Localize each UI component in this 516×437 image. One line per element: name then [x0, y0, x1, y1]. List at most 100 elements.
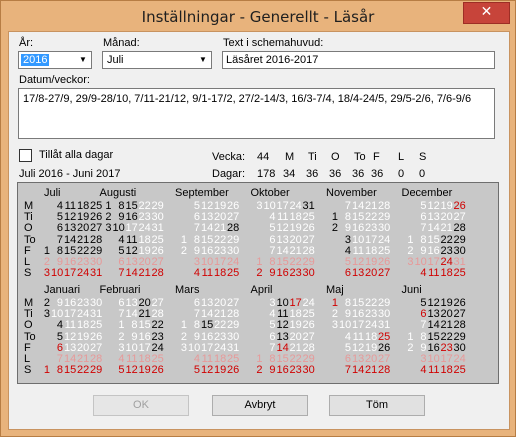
- calendar-day[interactable]: 2: [175, 331, 187, 343]
- calendar-day[interactable]: 15: [428, 331, 440, 343]
- calendar-day[interactable]: 24: [378, 234, 390, 246]
- calendar-day[interactable]: 8: [415, 331, 426, 343]
- calendar-day[interactable]: 23: [290, 365, 302, 376]
- calendar-day[interactable]: 23: [214, 331, 226, 343]
- calendar-day[interactable]: 11: [352, 331, 364, 343]
- calendar-day[interactable]: 7: [339, 365, 351, 376]
- calendar-day[interactable]: 25: [378, 331, 390, 343]
- allow-all-days-checkbox[interactable]: [19, 149, 32, 162]
- calendar-day[interactable]: 18: [365, 331, 377, 343]
- chevron-down-icon[interactable]: ▼: [195, 52, 211, 68]
- calendar-day[interactable]: 10: [339, 320, 351, 331]
- calendar-day[interactable]: 29: [454, 234, 466, 246]
- calendar-day[interactable]: 21: [214, 223, 226, 234]
- calendar-day[interactable]: 19: [290, 320, 302, 331]
- calendar-day[interactable]: 15: [64, 365, 76, 376]
- calendar-day[interactable]: 3: [175, 342, 187, 354]
- calendar-day[interactable]: 16: [201, 331, 213, 343]
- calendar-day[interactable]: 21: [77, 234, 89, 246]
- calendar-day[interactable]: 27: [303, 234, 315, 246]
- calendar-day[interactable]: 11: [64, 320, 76, 331]
- calendar-day[interactable]: 2: [175, 245, 187, 257]
- calendar-day[interactable]: 21: [365, 365, 377, 376]
- calendar-day[interactable]: 14: [428, 223, 440, 234]
- calendar-day[interactable]: 10: [113, 223, 125, 234]
- clear-button[interactable]: Töm: [329, 395, 425, 416]
- calendar-day[interactable]: 23: [365, 223, 377, 234]
- calendar-day[interactable]: 15: [139, 320, 151, 331]
- calendar-day[interactable]: 20: [77, 223, 89, 234]
- calendar-day[interactable]: 25: [454, 365, 466, 376]
- calendar-day[interactable]: 9: [264, 268, 275, 279]
- calendar-day[interactable]: 8: [188, 234, 200, 246]
- calendar-day[interactable]: 31: [152, 223, 164, 234]
- calendar-day[interactable]: 16: [139, 331, 151, 343]
- calendar-day[interactable]: 6: [264, 234, 275, 246]
- calendar-day[interactable]: 25: [454, 268, 466, 279]
- calendar-day[interactable]: 5: [188, 365, 200, 376]
- calendar-day[interactable]: 2: [251, 268, 262, 279]
- calendar-day[interactable]: 17: [352, 320, 364, 331]
- calendar-day[interactable]: 1: [175, 234, 187, 246]
- calendar-day[interactable]: 31: [378, 320, 390, 331]
- calendar-day[interactable]: 11: [428, 365, 439, 376]
- calendar-day[interactable]: 10: [51, 268, 63, 279]
- chevron-down-icon[interactable]: ▼: [75, 52, 91, 68]
- calendar-day[interactable]: 27: [378, 268, 390, 279]
- calendar-day[interactable]: 11: [428, 268, 439, 279]
- calendar-day[interactable]: 11: [126, 234, 137, 246]
- calendar-day[interactable]: 12: [201, 365, 213, 376]
- calendar-day[interactable]: 14: [126, 268, 138, 279]
- calendar-day[interactable]: 29: [227, 320, 239, 331]
- calendar-day[interactable]: 19: [290, 223, 302, 234]
- calendar-day[interactable]: 3: [251, 201, 262, 212]
- calendar-day[interactable]: 26: [303, 223, 315, 234]
- calendar-day[interactable]: 28: [454, 320, 466, 331]
- allow-all-days-label[interactable]: Tillåt alla dagar: [39, 149, 113, 161]
- dates-textarea[interactable]: 17/8-27/9, 29/9-28/10, 7/11-21/12, 9/1-1…: [18, 88, 495, 139]
- calendar-day[interactable]: 1: [175, 320, 187, 331]
- calendar-day[interactable]: 16: [277, 365, 289, 376]
- calendar-day[interactable]: 3: [326, 320, 338, 331]
- calendar-day[interactable]: 22: [441, 331, 453, 343]
- calendar-day[interactable]: 20: [365, 268, 377, 279]
- calendar-day[interactable]: 2: [251, 365, 262, 376]
- calendar-day[interactable]: 26: [227, 365, 239, 376]
- calendar-day[interactable]: 22: [441, 234, 453, 246]
- header-text-input[interactable]: Läsåret 2016-2017: [222, 51, 495, 69]
- calendar-day[interactable]: 5: [264, 320, 275, 331]
- calendar-day[interactable]: 11: [201, 268, 213, 279]
- calendar-day[interactable]: 22: [214, 320, 226, 331]
- calendar-day[interactable]: 4: [113, 234, 124, 246]
- month-select[interactable]: Juli ▼: [102, 51, 212, 69]
- calendar-day[interactable]: 20: [290, 331, 302, 343]
- calendar-day[interactable]: 1: [38, 365, 50, 376]
- calendar-day[interactable]: 19: [214, 365, 226, 376]
- calendar-day[interactable]: 9: [339, 223, 351, 234]
- calendar-day[interactable]: 7: [415, 320, 426, 331]
- calendar-day[interactable]: 4: [415, 268, 426, 279]
- calendar-day[interactable]: 8: [126, 320, 137, 331]
- calendar-day[interactable]: 26: [152, 365, 164, 376]
- calendar-day[interactable]: 22: [152, 320, 164, 331]
- calendar-day[interactable]: 21: [441, 223, 453, 234]
- calendar-day[interactable]: 13: [277, 331, 289, 343]
- calendar-day[interactable]: 7: [51, 234, 63, 246]
- calendar-day[interactable]: 2: [113, 331, 124, 343]
- calendar-day[interactable]: 29: [454, 331, 466, 343]
- calendar-day[interactable]: 17: [126, 223, 138, 234]
- calendar-day[interactable]: 26: [303, 320, 315, 331]
- cancel-button[interactable]: Avbryt: [212, 395, 308, 416]
- calendar-day[interactable]: 30: [378, 223, 390, 234]
- calendar-day[interactable]: 18: [441, 365, 453, 376]
- calendar-day[interactable]: 12: [126, 365, 138, 376]
- calendar-day[interactable]: 12: [64, 331, 76, 343]
- calendar-day[interactable]: 12: [277, 223, 289, 234]
- calendar-day[interactable]: 23: [152, 331, 164, 343]
- calendar-day[interactable]: 25: [227, 268, 239, 279]
- calendar-day[interactable]: 9: [188, 331, 200, 343]
- calendar-day[interactable]: 3: [38, 268, 50, 279]
- calendar-day[interactable]: 7: [188, 223, 200, 234]
- calendar-day[interactable]: 2: [326, 223, 338, 234]
- calendar-day[interactable]: 24: [365, 320, 377, 331]
